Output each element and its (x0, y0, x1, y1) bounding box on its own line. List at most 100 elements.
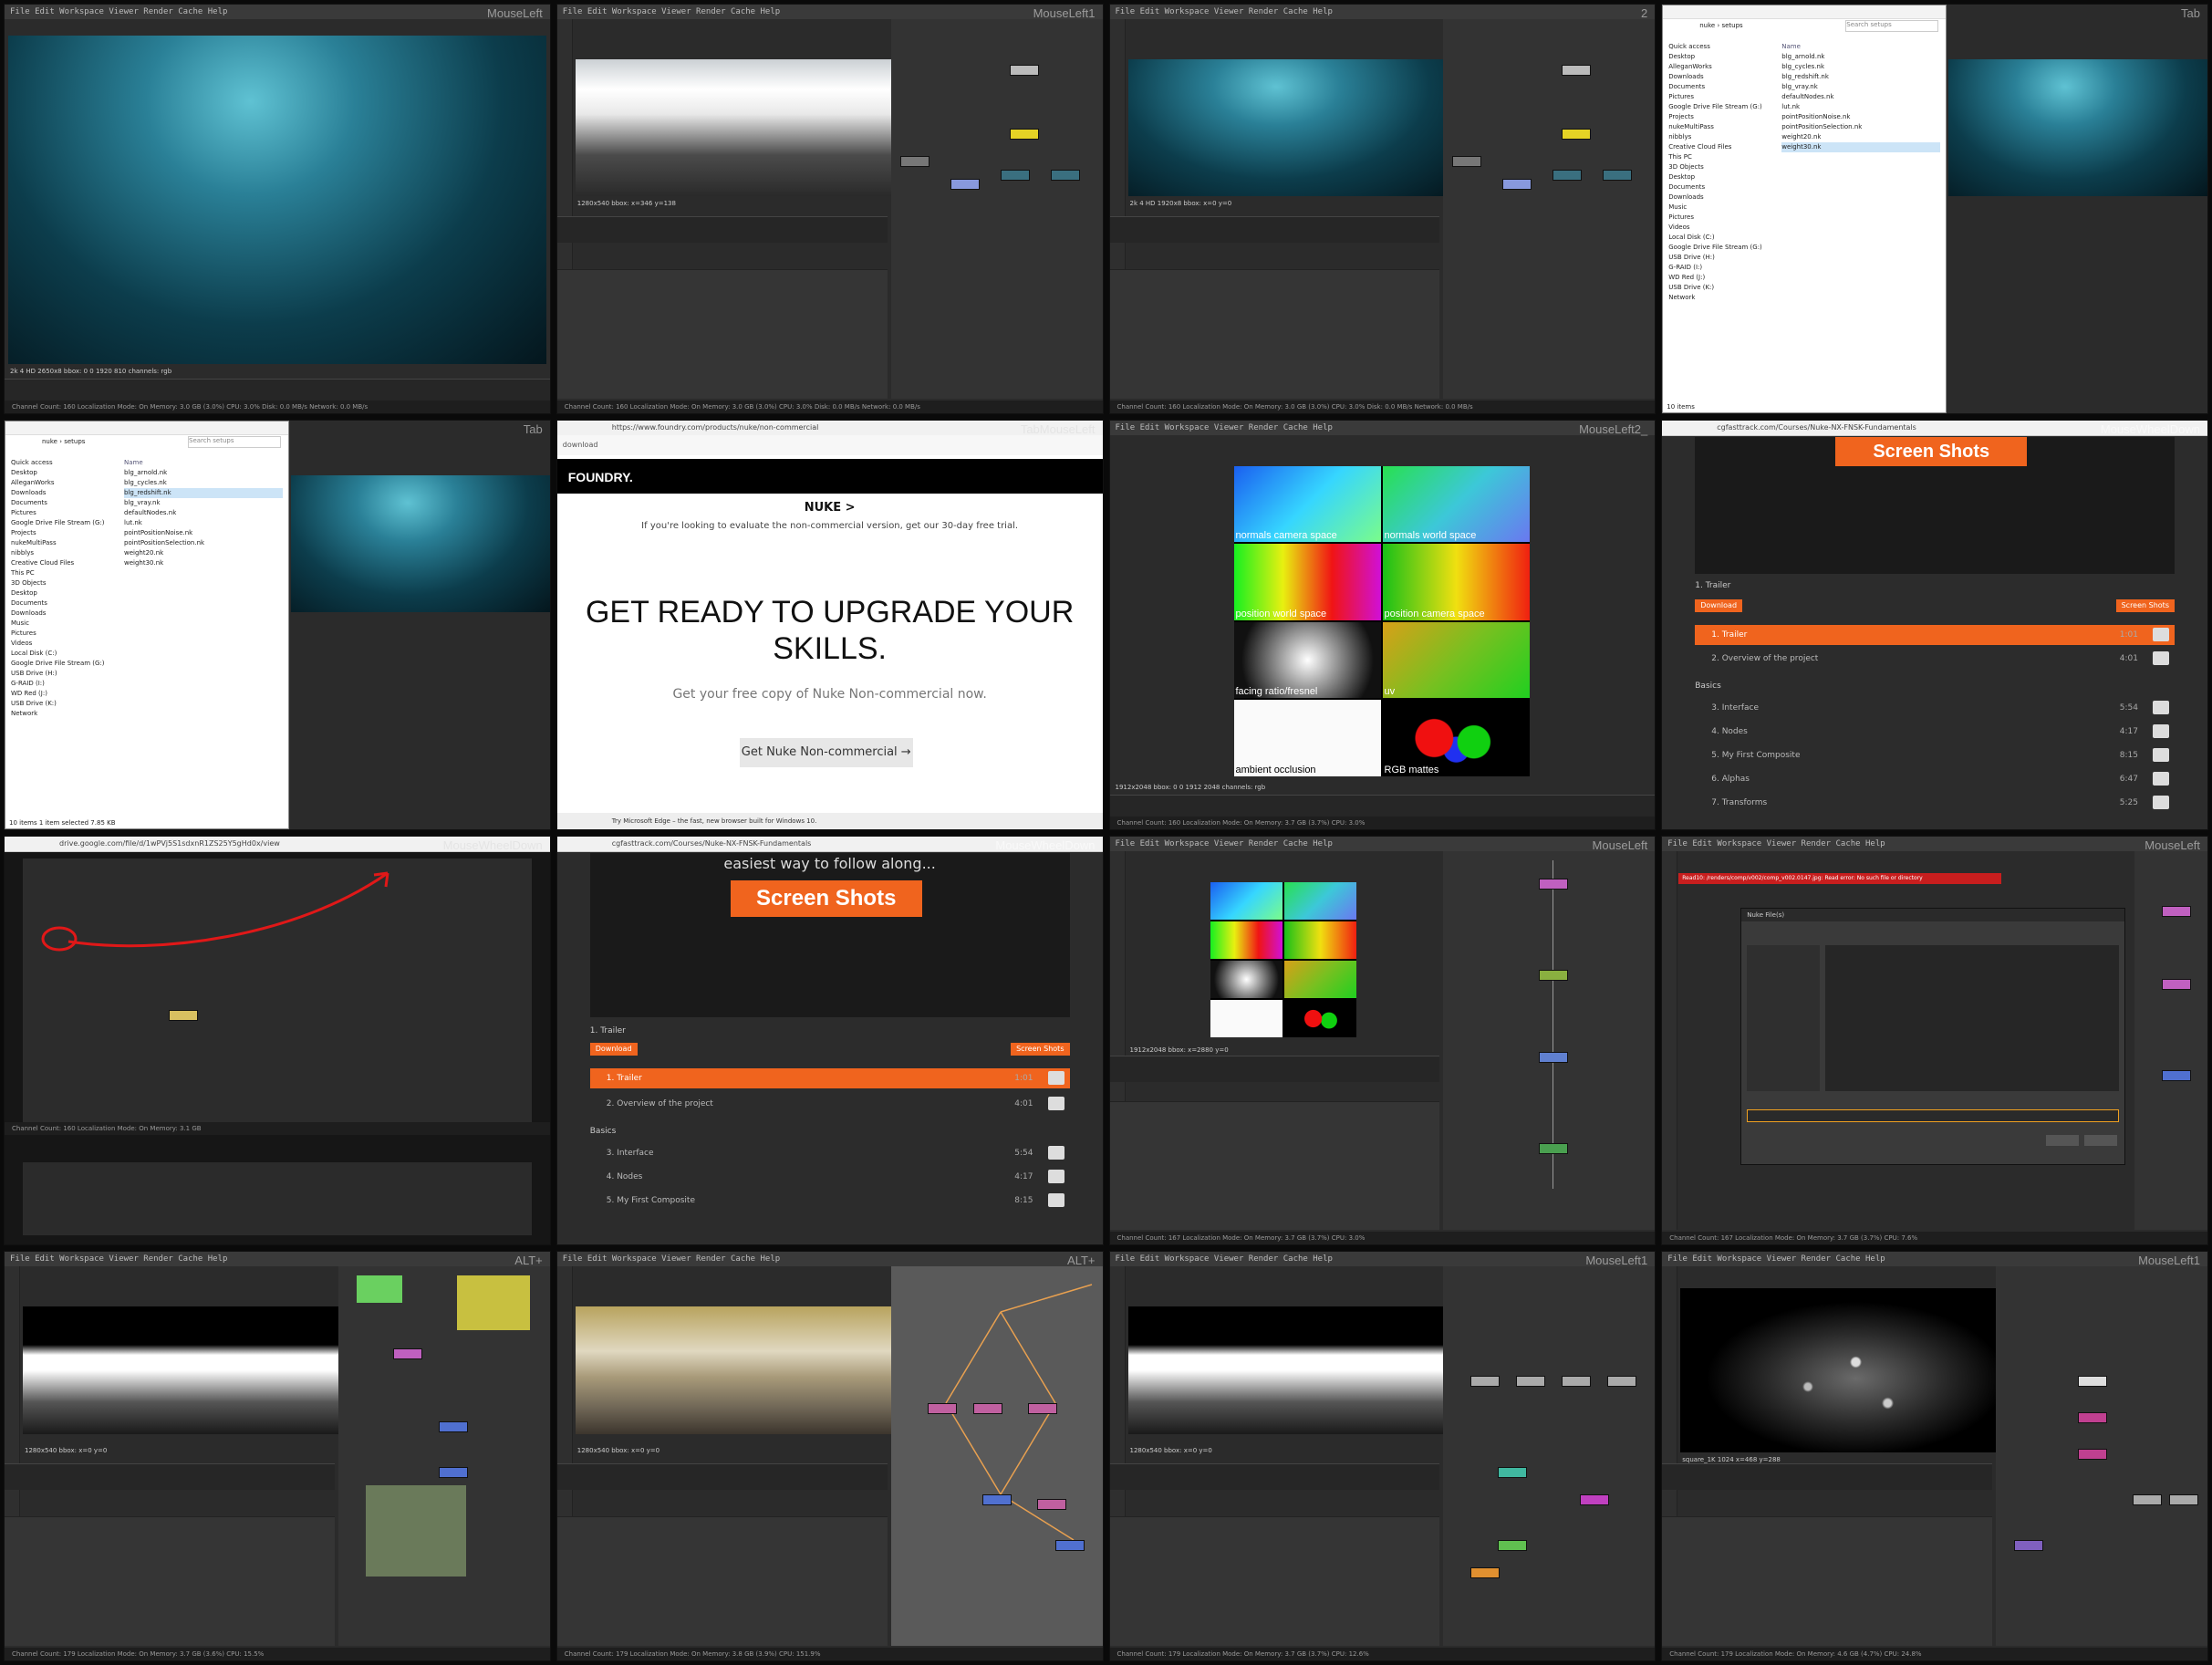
open-button[interactable] (2046, 1134, 2080, 1146)
properties-panel[interactable] (1662, 1516, 1992, 1646)
nav-item[interactable]: Network (1668, 293, 1769, 303)
camera-icon[interactable] (1047, 1070, 1064, 1085)
node[interactable] (1603, 170, 1633, 181)
file-item[interactable]: blg_arnold.nk (1781, 52, 1940, 62)
menu-bar[interactable]: File Edit Workspace Viewer Render Cache … (5, 5, 550, 19)
node-graph[interactable] (2134, 850, 2207, 1231)
lesson-row[interactable]: 2. Overview of the project 4:01 (590, 1094, 1070, 1114)
node[interactable] (1539, 969, 1569, 981)
nav-item[interactable]: Music (1668, 203, 1769, 213)
properties-panel[interactable] (5, 1516, 335, 1646)
node[interactable] (1470, 1567, 1501, 1579)
node[interactable] (2162, 978, 2191, 990)
node[interactable] (972, 1403, 1002, 1415)
nav-item[interactable]: Quick access (1668, 42, 1769, 52)
file-dialog[interactable]: Nuke File(s) (1740, 907, 2126, 1165)
nav-item[interactable]: Projects (11, 528, 111, 538)
nav-item[interactable]: Music (11, 619, 111, 629)
file-item[interactable]: weight20.nk (124, 548, 283, 558)
dialog-favorites[interactable] (1747, 944, 1821, 1091)
nav-item[interactable]: Google Drive File Stream (G:) (1668, 243, 1769, 253)
node[interactable] (1580, 1494, 1610, 1506)
lesson-row[interactable]: 4. Nodes 4:17 (590, 1167, 1070, 1187)
node[interactable] (1054, 1540, 1085, 1552)
file-item-selected[interactable]: blg_redshift.nk (124, 487, 283, 498)
nav-item[interactable]: Pictures (1668, 213, 1769, 223)
backdrop[interactable] (356, 1275, 402, 1304)
column-header-name[interactable]: Name (124, 458, 283, 468)
camera-icon[interactable] (1047, 1145, 1064, 1160)
node[interactable] (438, 1467, 468, 1479)
nav-item[interactable]: nibblys (11, 548, 111, 558)
viewer-image[interactable] (8, 36, 546, 364)
nav-item[interactable]: Pictures (1668, 92, 1769, 102)
node[interactable] (2078, 1412, 2107, 1424)
nav-item[interactable]: Creative Cloud Files (1668, 142, 1769, 152)
camera-icon[interactable] (2153, 627, 2169, 641)
search-input[interactable]: Search setups (188, 435, 281, 448)
toolbar[interactable] (1662, 850, 1678, 1231)
node[interactable] (899, 156, 929, 167)
timeline[interactable] (1662, 1463, 1992, 1491)
node-graph[interactable] (1443, 19, 1656, 399)
screenshots-button[interactable]: Screen Shots (1011, 1042, 1070, 1056)
node[interactable] (1539, 878, 1569, 890)
node[interactable] (1539, 1051, 1569, 1063)
nav-item[interactable]: This PC (11, 568, 111, 578)
node[interactable] (438, 1421, 468, 1433)
nav-item[interactable]: 3D Objects (1668, 162, 1769, 172)
viewer-image[interactable] (1127, 59, 1457, 196)
passes-contact-sheet[interactable]: normals camera space normals world space… (1233, 465, 1530, 776)
search-input[interactable]: Search setups (1845, 20, 1939, 32)
lesson-row[interactable]: 5. My First Composite 8:15 (590, 1191, 1070, 1211)
lesson-row[interactable]: 6. Alphas 6:47 (1695, 769, 2175, 789)
file-item[interactable]: lut.nk (124, 518, 283, 528)
timeline[interactable] (1109, 216, 1440, 243)
node-graph[interactable] (890, 1266, 1103, 1646)
nav-item[interactable]: Documents (1668, 182, 1769, 193)
menu-bar[interactable]: File Edit Workspace Viewer Render Cache … (556, 5, 1103, 19)
nav-item[interactable]: Downloads (11, 488, 111, 498)
screenshots-button[interactable]: Screen Shots (2115, 598, 2175, 612)
file-item[interactable]: blg_cycles.nk (1781, 62, 1940, 72)
node-graph[interactable] (890, 19, 1103, 399)
nav-item[interactable]: Local Disk (C:) (11, 649, 111, 659)
file-item[interactable]: weight30.nk (124, 558, 283, 568)
node-graph[interactable] (1443, 1266, 1656, 1646)
nav-item[interactable]: Google Drive File Stream (G:) (11, 518, 111, 528)
breadcrumb[interactable]: nuke › setups (1699, 22, 1742, 29)
node[interactable] (2014, 1540, 2043, 1552)
download-button[interactable]: Download (589, 1042, 638, 1056)
nav-item[interactable]: USB Drive (K:) (11, 699, 111, 709)
camera-icon[interactable] (2153, 771, 2169, 786)
nav-item[interactable]: Network (11, 709, 111, 719)
nav-item[interactable]: Quick access (11, 458, 111, 468)
node-graph[interactable] (1443, 850, 1656, 1231)
viewer-image[interactable] (575, 59, 904, 196)
properties-panel[interactable] (1109, 1100, 1440, 1231)
timeline[interactable] (1109, 1463, 1440, 1491)
nav-item[interactable]: WD Red (J:) (1668, 273, 1769, 283)
nav-item[interactable]: Downloads (1668, 72, 1769, 82)
nav-item[interactable]: Local Disk (C:) (1668, 233, 1769, 243)
properties-panel[interactable] (556, 269, 888, 399)
menu-bar[interactable]: File Edit Workspace Viewer Render Cache … (5, 1252, 550, 1267)
file-item[interactable]: pointPositionSelection.nk (1781, 122, 1940, 132)
file-item[interactable]: weight20.nk (1781, 132, 1940, 142)
find-input[interactable]: download (563, 441, 598, 449)
node[interactable] (1498, 1540, 1528, 1552)
nav-item[interactable]: USB Drive (H:) (11, 669, 111, 679)
nav-item[interactable]: 3D Objects (11, 578, 111, 588)
node[interactable] (2078, 1449, 2107, 1461)
camera-icon[interactable] (2153, 700, 2169, 714)
nav-item[interactable]: Videos (11, 639, 111, 649)
nav-item[interactable]: WD Red (J:) (11, 689, 111, 699)
node-graph[interactable] (1996, 1266, 2207, 1646)
node-graph[interactable] (338, 1266, 550, 1646)
file-explorer-window[interactable]: nuke › setups Search setups Quick access… (1662, 5, 1947, 413)
nav-pane[interactable]: Quick access Desktop AlleganWorks Downlo… (11, 458, 111, 719)
node[interactable] (1562, 129, 1592, 140)
node[interactable] (1000, 170, 1030, 181)
viewer-image[interactable] (1680, 1288, 2000, 1453)
nav-pane[interactable]: Quick access Desktop AlleganWorks Downlo… (1668, 42, 1769, 303)
